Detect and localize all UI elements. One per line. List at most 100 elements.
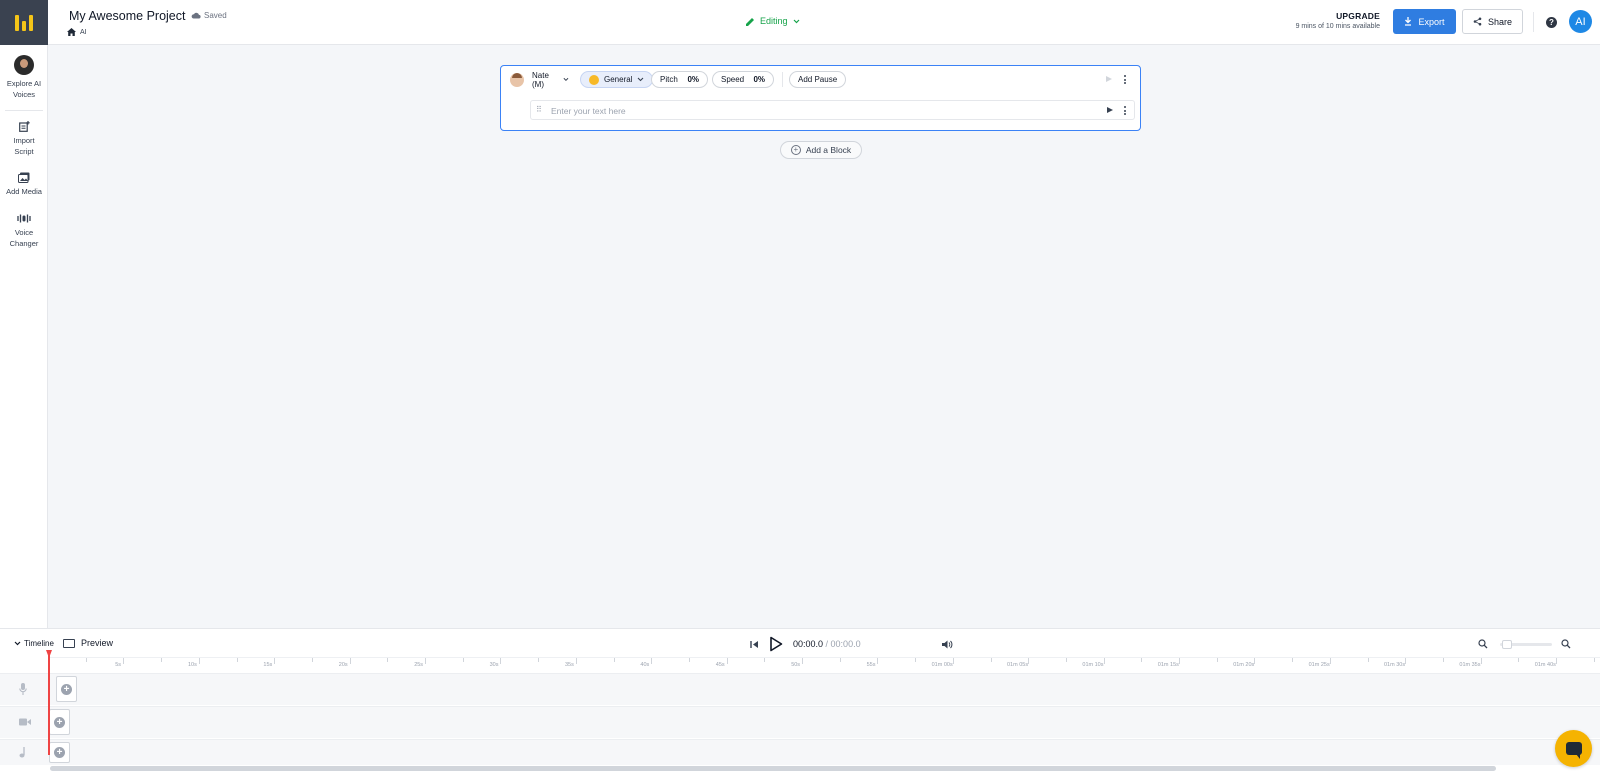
ruler-tick <box>123 658 125 664</box>
upgrade-label[interactable]: UPGRADE <box>1296 11 1380 21</box>
ruler-label: 45s <box>715 662 725 668</box>
add-block-button[interactable]: + Add a Block <box>780 141 862 159</box>
audio-track[interactable]: + <box>0 739 1600 765</box>
ruler-tick <box>538 658 540 662</box>
import-script-icon <box>18 121 30 132</box>
media-icon <box>18 172 30 183</box>
ruler-tick <box>1367 658 1369 662</box>
play-line-icon[interactable] <box>1107 107 1113 113</box>
ruler-label: 10s <box>188 662 197 668</box>
chat-icon <box>1565 742 1582 759</box>
plus-icon: + <box>790 145 801 155</box>
play-block-icon[interactable] <box>1106 76 1112 82</box>
plus-icon: + <box>54 747 65 758</box>
user-avatar[interactable]: AI <box>1569 10 1592 33</box>
block-menu-icon[interactable] <box>1124 75 1127 84</box>
ruler-tick <box>613 658 615 662</box>
voice-selector[interactable]: Nate (M) <box>505 70 578 89</box>
preview-icon <box>63 638 75 648</box>
ruler-label: 01m 15s <box>1157 662 1179 668</box>
add-video-clip-button[interactable]: + <box>49 709 70 735</box>
pencil-icon <box>746 17 754 26</box>
breadcrumb[interactable]: AI <box>67 28 87 36</box>
sidebar-item-explore-ai-voices[interactable]: Explore AI Voices <box>0 55 48 100</box>
playhead[interactable] <box>48 651 50 755</box>
home-icon <box>67 28 76 36</box>
ruler-tick <box>764 658 766 662</box>
add-voice-clip-button[interactable]: + <box>56 676 77 702</box>
add-audio-clip-button[interactable]: + <box>49 742 70 763</box>
ruler-tick <box>1292 658 1294 662</box>
ruler-tick <box>1216 658 1218 662</box>
ruler-tick <box>688 658 690 662</box>
ruler-tick <box>990 658 992 662</box>
pitch-control[interactable]: Pitch 0% <box>651 71 708 88</box>
sidebar-item-import-script[interactable]: Import Script <box>0 121 48 157</box>
export-label: Export <box>1418 16 1445 27</box>
ruler-tick <box>1518 658 1520 662</box>
project-title[interactable]: My Awesome Project <box>69 9 185 23</box>
mode-dropdown[interactable]: Editing <box>746 16 800 26</box>
ruler-tick <box>575 658 577 664</box>
ruler-tick <box>651 658 653 664</box>
preview-button[interactable]: Preview <box>63 638 113 648</box>
ruler-tick <box>462 658 464 662</box>
timeline-panel: Timeline Preview 00:00.0 / 00:00.0 5s 10s… <box>0 628 1600 777</box>
chat-button[interactable] <box>1555 730 1592 767</box>
voice-block[interactable]: Nate (M) General Pitch 0% Speed 0% Add P… <box>500 65 1141 131</box>
script-text-input[interactable] <box>551 104 1051 117</box>
sidebar-item-voice-changer[interactable]: Voice Changer <box>0 213 48 249</box>
help-icon[interactable]: ? <box>1546 17 1557 28</box>
usage-text: 9 mins of 10 mins available <box>1295 23 1380 30</box>
volume-icon[interactable] <box>942 640 953 649</box>
zoom-in-icon[interactable] <box>1561 639 1571 649</box>
add-pause-label: Add Pause <box>798 75 838 84</box>
ruler-tick <box>236 658 238 662</box>
speed-control[interactable]: Speed 0% <box>712 71 774 88</box>
time-ruler[interactable]: 5s 10s 15s 20s 25s 30s 35s 40s 45s 50s 55s 01m 00s 0… <box>48 657 1600 673</box>
video-camera-icon <box>19 718 31 726</box>
horizontal-scrollbar[interactable] <box>50 766 1496 771</box>
share-button[interactable]: Share <box>1462 9 1523 34</box>
smiley-icon <box>589 74 599 85</box>
ruler-tick <box>726 658 728 664</box>
ruler-label: 50s <box>791 662 801 668</box>
ruler-label: 30s <box>489 662 499 668</box>
zoom-slider-thumb[interactable] <box>1502 640 1512 649</box>
style-selector[interactable]: General <box>580 71 654 88</box>
playhead-handle[interactable] <box>46 650 52 658</box>
voice-name: Nate (M) <box>532 70 549 89</box>
ruler-label: 01m 05s <box>1007 662 1029 668</box>
upgrade-panel[interactable]: UPGRADE 9 mins of 10 mins available <box>1296 11 1380 30</box>
sidebar-item-label: Add Media <box>6 187 42 196</box>
timeline-toggle[interactable]: Timeline <box>14 639 54 648</box>
line-menu-icon[interactable] <box>1124 106 1127 115</box>
ruler-tick <box>1405 658 1407 664</box>
ruler-tick <box>1556 658 1557 664</box>
plus-icon: + <box>61 683 72 695</box>
sidebar-item-label: Explore AI Voices <box>6 79 42 99</box>
zoom-out-icon[interactable] <box>1478 639 1488 649</box>
add-pause-button[interactable]: Add Pause <box>789 71 847 88</box>
ruler-label: 40s <box>640 662 650 668</box>
logo-icon <box>15 14 33 31</box>
ruler-tick <box>85 658 87 662</box>
ruler-tick <box>198 658 200 664</box>
text-row: ⠿ <box>530 100 1135 120</box>
ruler-label: 20s <box>338 662 348 668</box>
share-label: Share <box>1487 16 1513 27</box>
app-logo[interactable] <box>0 0 48 45</box>
ruler-label: 35s <box>565 662 574 668</box>
ruler-label: 01m 20s <box>1233 662 1255 668</box>
voice-track[interactable]: + <box>0 673 1600 705</box>
sidebar-item-label: Voice Changer <box>9 228 39 248</box>
drag-handle-icon[interactable]: ⠿ <box>536 105 542 114</box>
ruler-label: 5s <box>115 662 121 668</box>
play-icon[interactable] <box>769 636 783 652</box>
video-track[interactable]: + <box>0 706 1600 738</box>
skip-back-icon[interactable] <box>750 640 759 649</box>
share-icon <box>1473 17 1482 26</box>
export-button[interactable]: Export <box>1393 9 1456 34</box>
ruler-label: 01m 00s <box>931 662 953 668</box>
sidebar-item-add-media[interactable]: Add Media <box>0 172 48 197</box>
